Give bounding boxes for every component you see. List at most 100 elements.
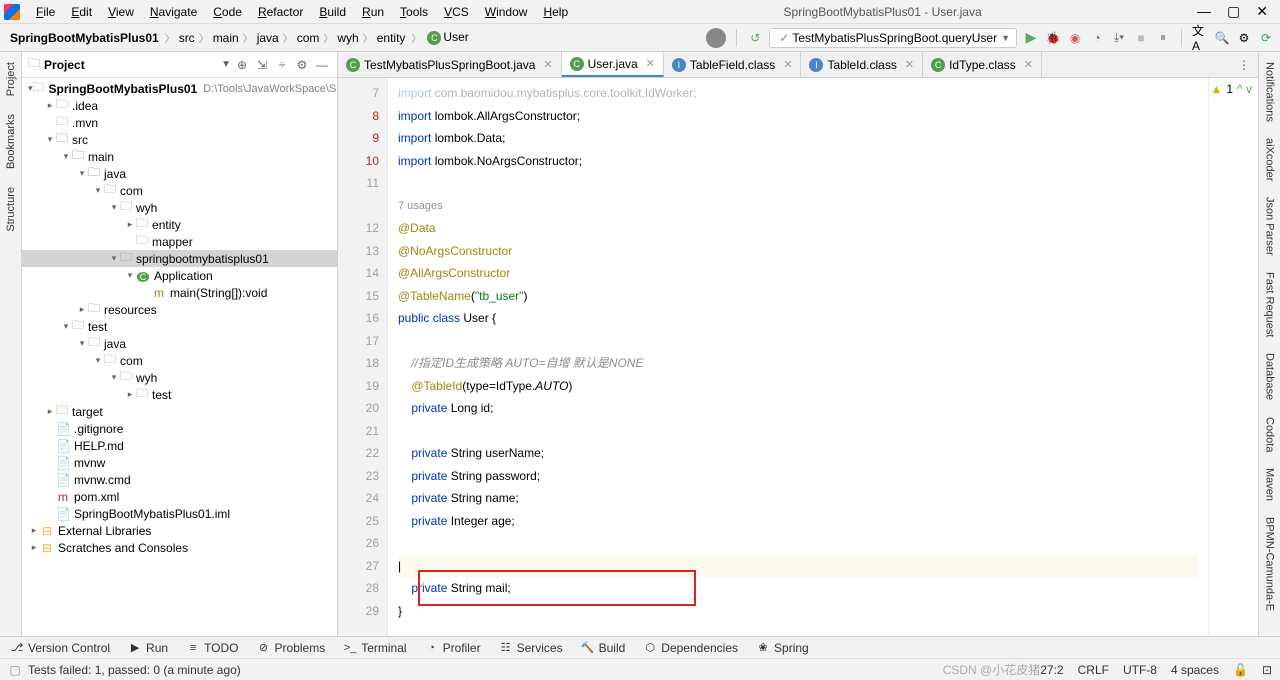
breadcrumb-wyh[interactable]: wyh [333,29,362,47]
tree-item-wyh[interactable]: ▾🗀wyh [22,369,337,386]
search-icon[interactable]: 🔍 [1214,30,1230,46]
tree-item-mvnw-cmd[interactable]: 📄mvnw.cmd [22,471,337,488]
run-config-selector[interactable]: ✓ TestMybatisPlusSpringBoot.queryUser ▼ [769,28,1017,48]
code-line-27[interactable]: | [398,555,1198,578]
menu-tools[interactable]: Tools [392,3,436,21]
left-tab-structure[interactable]: Structure [5,183,17,236]
code-line-18[interactable]: //指定ID生成策略 AUTO=自增 默认是NONE [398,352,1198,375]
back-icon[interactable]: ↺ [747,30,763,46]
tree-item-target[interactable]: ▸🗀target [22,403,337,420]
tree-item-test[interactable]: ▾🗀test [22,318,337,335]
memory-icon[interactable]: ⊡ [1262,663,1272,677]
tab-testmybatisplusspringboot-java[interactable]: CTestMybatisPlusSpringBoot.java✕ [338,52,562,77]
right-tab-maven[interactable]: Maven [1264,464,1276,505]
code-line-23[interactable]: private String password; [398,465,1198,488]
menu-navigate[interactable]: Navigate [142,3,205,21]
close-tab-icon[interactable]: ✕ [646,57,655,70]
minimap[interactable]: ▲1 ^ v [1208,78,1258,636]
tree-item-mapper[interactable]: 🗀mapper [22,233,337,250]
menu-view[interactable]: View [100,3,142,21]
maximize-button[interactable]: ▢ [1227,3,1240,20]
tab-tablefield-class[interactable]: ITableField.class✕ [664,52,802,77]
right-tab-bpmn-camunda-e[interactable]: BPMN-Camunda-E [1264,513,1276,615]
translate-icon[interactable]: 文A [1192,30,1208,46]
bottom-tool-dependencies[interactable]: ⬡Dependencies [643,641,738,655]
tree-item-main[interactable]: ▾🗀main [22,148,337,165]
code-line-29[interactable]: } [398,600,1198,623]
menu-run[interactable]: Run [354,3,392,21]
tree-item-help-md[interactable]: 📄HELP.md [22,437,337,454]
tree-item-java[interactable]: ▾🗀java [22,335,337,352]
select-open-icon[interactable]: ⊕ [233,56,251,74]
menu-window[interactable]: Window [477,3,536,21]
tab-idtype-class[interactable]: CIdType.class✕ [923,52,1042,77]
tree-item-com[interactable]: ▾🗀com [22,182,337,199]
pause-button[interactable]: ⏸ [1155,30,1171,46]
inspection-badge[interactable]: ▲1 ^ v [1210,82,1252,96]
tree-item-wyh[interactable]: ▾🗀wyh [22,199,337,216]
right-tab-json-parser[interactable]: Json Parser [1264,193,1276,260]
tabs-more-icon[interactable]: ⋮ [1230,52,1258,77]
usages-hint[interactable]: 7 usages [398,195,1198,218]
close-tab-icon[interactable]: ✕ [543,58,552,71]
right-tab-fast-request[interactable]: Fast Request [1264,268,1276,341]
tree-item-mvnw[interactable]: 📄mvnw [22,454,337,471]
project-tree[interactable]: ▾🗀SpringBootMybatisPlus01D:\Tools\JavaWo… [22,78,337,636]
code-line-26[interactable] [398,532,1198,555]
left-tab-project[interactable]: Project [5,58,17,100]
tree-item--mvn[interactable]: 🗀.mvn [22,114,337,131]
menu-file[interactable]: File [28,3,63,21]
bottom-tool-run[interactable]: ▶Run [128,641,168,655]
menu-build[interactable]: Build [311,3,354,21]
code-line-16[interactable]: public class User { [398,307,1198,330]
coverage-icon[interactable]: ◉ [1067,30,1083,46]
breadcrumb-entity[interactable]: entity [373,29,410,47]
code-content[interactable]: import com.baomidou.mybatisplus.core.too… [388,78,1208,636]
code-line-24[interactable]: private String name; [398,487,1198,510]
bottom-tool-problems[interactable]: ⊘Problems [257,641,326,655]
code-line-22[interactable]: private String userName; [398,442,1198,465]
left-tab-bookmarks[interactable]: Bookmarks [5,110,17,173]
tab-user-java[interactable]: CUser.java✕ [562,52,664,77]
menu-refactor[interactable]: Refactor [250,3,311,21]
run-button[interactable]: ▶ [1023,30,1039,46]
avatar-icon[interactable] [706,28,726,48]
collapse-icon[interactable]: ÷ [273,56,291,74]
code-editor[interactable]: 7891011 12131415161718192021222324252627… [338,78,1258,636]
minimize-button[interactable]: — [1197,3,1211,20]
expand-icon[interactable]: ⇲ [253,56,271,74]
menu-vcs[interactable]: VCS [436,3,477,21]
tree-item-com[interactable]: ▾🗀com [22,352,337,369]
tree-externals[interactable]: ▸⊟External Libraries [22,522,337,539]
tree-item--gitignore[interactable]: 📄.gitignore [22,420,337,437]
sync-icon[interactable]: ⟳ [1258,30,1274,46]
code-line-25[interactable]: private Integer age; [398,510,1198,533]
code-line-11[interactable] [398,172,1198,195]
tree-item-resources[interactable]: ▸🗀resources [22,301,337,318]
code-line-17[interactable] [398,330,1198,353]
attach-icon[interactable]: ⤓▾ [1111,30,1127,46]
right-tab-codota[interactable]: Codota [1264,413,1276,456]
tree-root[interactable]: ▾🗀SpringBootMybatisPlus01D:\Tools\JavaWo… [22,80,337,97]
right-tab-database[interactable]: Database [1264,349,1276,404]
bottom-tool-terminal[interactable]: >_Terminal [343,641,406,655]
tree-item-springbootmybatisplus01-iml[interactable]: 📄SpringBootMybatisPlus01.iml [22,505,337,522]
code-line-9[interactable]: import lombok.Data; [398,127,1198,150]
code-line-14[interactable]: @AllArgsConstructor [398,262,1198,285]
tree-item-main(string[]):void[interactable]: mmain(String[]):void [22,284,337,301]
stop-button[interactable]: ■ [1133,30,1149,46]
status-icon[interactable]: ▢ [8,663,22,677]
code-line-15[interactable]: @TableName("tb_user") [398,285,1198,308]
tree-scratches[interactable]: ▸⊟Scratches and Consoles [22,539,337,556]
settings-icon[interactable]: ⚙ [293,56,311,74]
close-button[interactable]: ✕ [1256,3,1268,20]
code-line-7[interactable]: import com.baomidou.mybatisplus.core.too… [398,82,1198,105]
code-line-12[interactable]: @Data [398,217,1198,240]
bottom-tool-spring[interactable]: ❀Spring [756,641,809,655]
right-tab-aixcoder[interactable]: aiXcoder [1264,134,1276,185]
bottom-tool-build[interactable]: 🔨Build [581,641,626,655]
tree-item-entity[interactable]: ▸🗀entity [22,216,337,233]
code-line-10[interactable]: import lombok.NoArgsConstructor; [398,150,1198,173]
breadcrumb-com[interactable]: com [293,29,324,47]
tab-tableid-class[interactable]: ITableId.class✕ [801,52,923,77]
